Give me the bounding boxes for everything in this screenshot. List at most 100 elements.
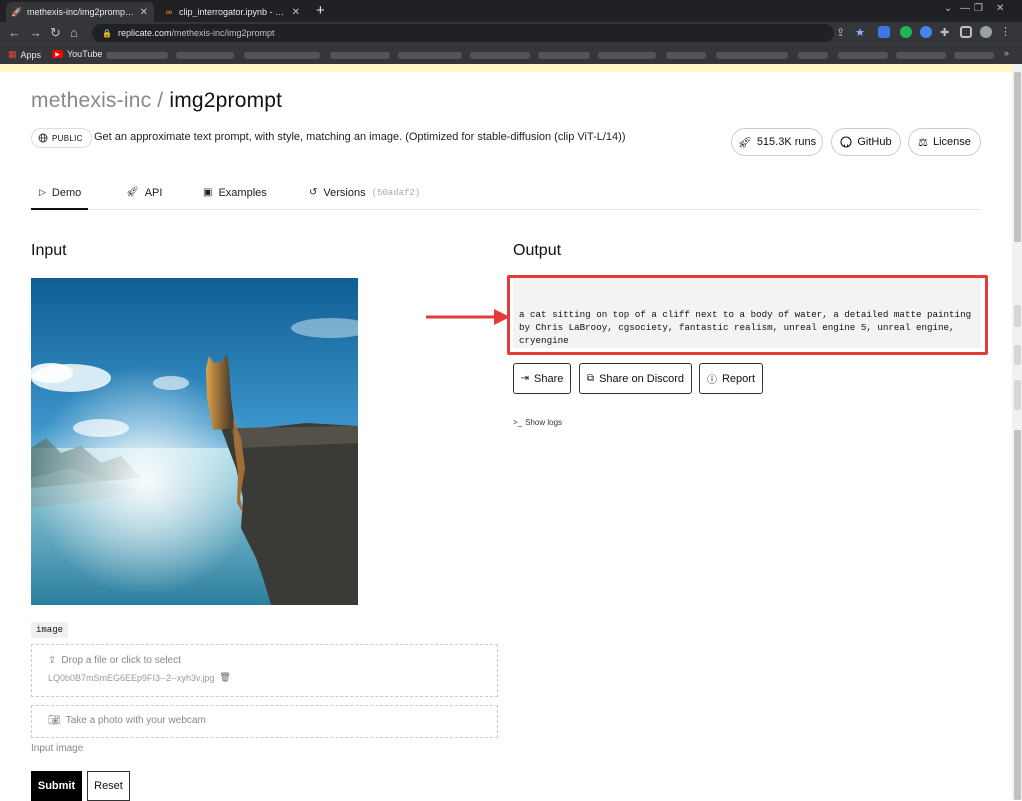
bookmark-label: Apps — [20, 49, 42, 60]
tab-examples[interactable]: ▣ Examples — [203, 183, 267, 210]
page-title: methexis-inc / img2prompt — [31, 89, 282, 113]
redacted-bookmark[interactable] — [716, 52, 788, 59]
report-label: Report — [721, 372, 756, 385]
examples-icon: ▣ — [203, 187, 213, 198]
scrollbar-marker — [1014, 380, 1021, 410]
share-button[interactable]: ⇥ Share — [513, 363, 571, 394]
tab-close-icon[interactable]: ✕ — [292, 7, 300, 18]
input-image-preview — [31, 278, 358, 605]
redacted-bookmark[interactable] — [838, 52, 888, 59]
camera-icon: 📷︎ — [48, 715, 61, 726]
close-window-button[interactable]: ✕ — [996, 3, 1004, 14]
redacted-bookmark[interactable] — [538, 52, 590, 59]
input-field-tag: image — [31, 622, 69, 638]
redacted-bookmark[interactable] — [244, 52, 320, 59]
trash-icon[interactable]: 🗑︎ — [219, 672, 230, 683]
extension-circle-icon[interactable] — [920, 26, 932, 38]
tab-close-icon[interactable]: ✕ — [140, 7, 148, 18]
tab-versions[interactable]: ↺ Versions (50adaf2) — [309, 183, 420, 210]
address-bar[interactable]: 🔒 replicate.com/methexis-inc/img2prompt — [92, 24, 834, 42]
scrollbar-marker — [1014, 305, 1021, 327]
bookmarks-overflow-icon[interactable]: » — [1004, 48, 1009, 58]
github-button[interactable]: GitHub — [831, 128, 901, 156]
profile-avatar[interactable] — [980, 26, 992, 38]
bookmark-apps[interactable]: ▦ Apps — [8, 49, 41, 60]
new-tab-button[interactable]: + — [316, 3, 325, 19]
browser-tab-strip: 🚀 methexis-inc/img2prompt – Run ✕ ∞ clip… — [0, 0, 1022, 22]
model-tabs: ▷ Demo 🚀︎ API ▣ Examples ↺ Versions (50a… — [31, 183, 981, 210]
minimize-button[interactable]: — — [960, 3, 970, 14]
report-button[interactable]: ⓘ Report — [699, 363, 763, 394]
redacted-bookmark[interactable] — [666, 52, 706, 59]
webcam-label: Take a photo with your webcam — [65, 715, 206, 726]
maximize-button[interactable]: ❐ — [974, 3, 983, 14]
url-host: replicate.com — [117, 28, 172, 38]
tab-api[interactable]: 🚀︎ API — [126, 183, 162, 210]
webcam-capture[interactable]: 📷︎ Take a photo with your webcam — [31, 705, 498, 738]
rocket-icon: 🚀︎ — [126, 187, 139, 198]
output-heading: Output — [513, 242, 562, 259]
tab-demo[interactable]: ▷ Demo — [31, 183, 88, 210]
show-logs-label: Show logs — [525, 418, 563, 427]
runs-count: 🚀︎ 515.3K runs — [731, 128, 823, 156]
redacted-bookmark[interactable] — [176, 52, 234, 59]
license-label: License — [932, 136, 971, 148]
tab-label: API — [144, 187, 163, 199]
bookmark-youtube[interactable]: ▶ YouTube — [52, 49, 102, 59]
redacted-bookmark[interactable] — [330, 52, 390, 59]
version-hash: (50adaf2) — [371, 188, 421, 198]
share-label: Share — [534, 372, 564, 385]
browser-toolbar: ← → ↻ ⌂ 🔒 replicate.com/methexis-inc/img… — [0, 22, 1022, 44]
reload-icon[interactable]: ↻ — [50, 25, 61, 41]
rocket-icon: 🚀︎ — [737, 136, 752, 149]
play-icon: ▷ — [39, 187, 46, 197]
forward-arrow-icon[interactable]: → — [29, 25, 42, 41]
dropzone-label: Drop a file or click to select — [61, 655, 181, 666]
badge-label: PUBLIC — [52, 133, 83, 143]
tab-label: Demo — [51, 187, 82, 199]
visibility-badge: PUBLIC — [31, 128, 92, 148]
share-icon: ⇥ — [520, 373, 530, 384]
tab-title: methexis-inc/img2prompt – Run — [27, 7, 135, 17]
scale-icon: ⚖ — [918, 136, 928, 149]
redacted-bookmark[interactable] — [798, 52, 828, 59]
top-accent-bar — [0, 64, 1012, 72]
redacted-bookmark[interactable] — [598, 52, 656, 59]
browser-tab-inactive[interactable]: ∞ clip_interrogator.ipynb - Colabor ✕ — [158, 2, 306, 22]
tab-search-icon[interactable]: ⌄ — [944, 3, 952, 14]
show-logs-toggle[interactable]: >_ Show logs — [513, 418, 562, 427]
scrollbar-marker — [1014, 345, 1021, 365]
extension-new-icon[interactable] — [878, 26, 890, 38]
redacted-bookmark[interactable] — [398, 52, 462, 59]
scrollbar-thumb[interactable] — [1014, 72, 1021, 242]
tab-label: Examples — [218, 187, 267, 199]
browser-menu-icon[interactable]: ⋮ — [1000, 26, 1012, 38]
back-arrow-icon[interactable]: ← — [8, 25, 21, 41]
apps-grid-icon: ▦ — [8, 49, 17, 59]
redacted-bookmark[interactable] — [954, 52, 994, 59]
redacted-bookmark[interactable] — [470, 52, 530, 59]
home-icon[interactable]: ⌂ — [70, 25, 78, 41]
redacted-bookmark[interactable] — [896, 52, 946, 59]
bookmark-star-icon[interactable]: ★ — [855, 25, 865, 41]
sidebar-panel-icon[interactable] — [960, 26, 972, 38]
annotation-highlight-box — [507, 275, 988, 355]
share-page-icon[interactable]: ⇪ — [836, 25, 845, 41]
extensions-puzzle-icon[interactable]: ✚ — [940, 26, 952, 39]
scrollbar-thumb-lower[interactable] — [1014, 430, 1021, 800]
model-owner-link[interactable]: methexis-inc — [31, 89, 151, 112]
history-icon: ↺ — [309, 187, 318, 198]
file-dropzone[interactable]: ⇪ Drop a file or click to select LQ0b0B7… — [31, 644, 498, 697]
discord-label: Share on Discord — [599, 372, 685, 385]
colab-favicon-icon: ∞ — [165, 7, 173, 17]
browser-tab-active[interactable]: 🚀 methexis-inc/img2prompt – Run ✕ — [6, 2, 154, 22]
upload-icon: ⇪ — [48, 655, 57, 666]
reset-button[interactable]: Reset — [87, 771, 130, 801]
license-button[interactable]: ⚖ License — [908, 128, 981, 156]
redacted-bookmark[interactable] — [106, 52, 168, 59]
extension-shield-icon[interactable] — [900, 26, 912, 38]
model-name: img2prompt — [169, 89, 283, 112]
lock-icon: 🔒 — [102, 28, 112, 38]
submit-button[interactable]: Submit — [31, 771, 82, 801]
share-on-discord-button[interactable]: ⧉ Share on Discord — [579, 363, 692, 394]
